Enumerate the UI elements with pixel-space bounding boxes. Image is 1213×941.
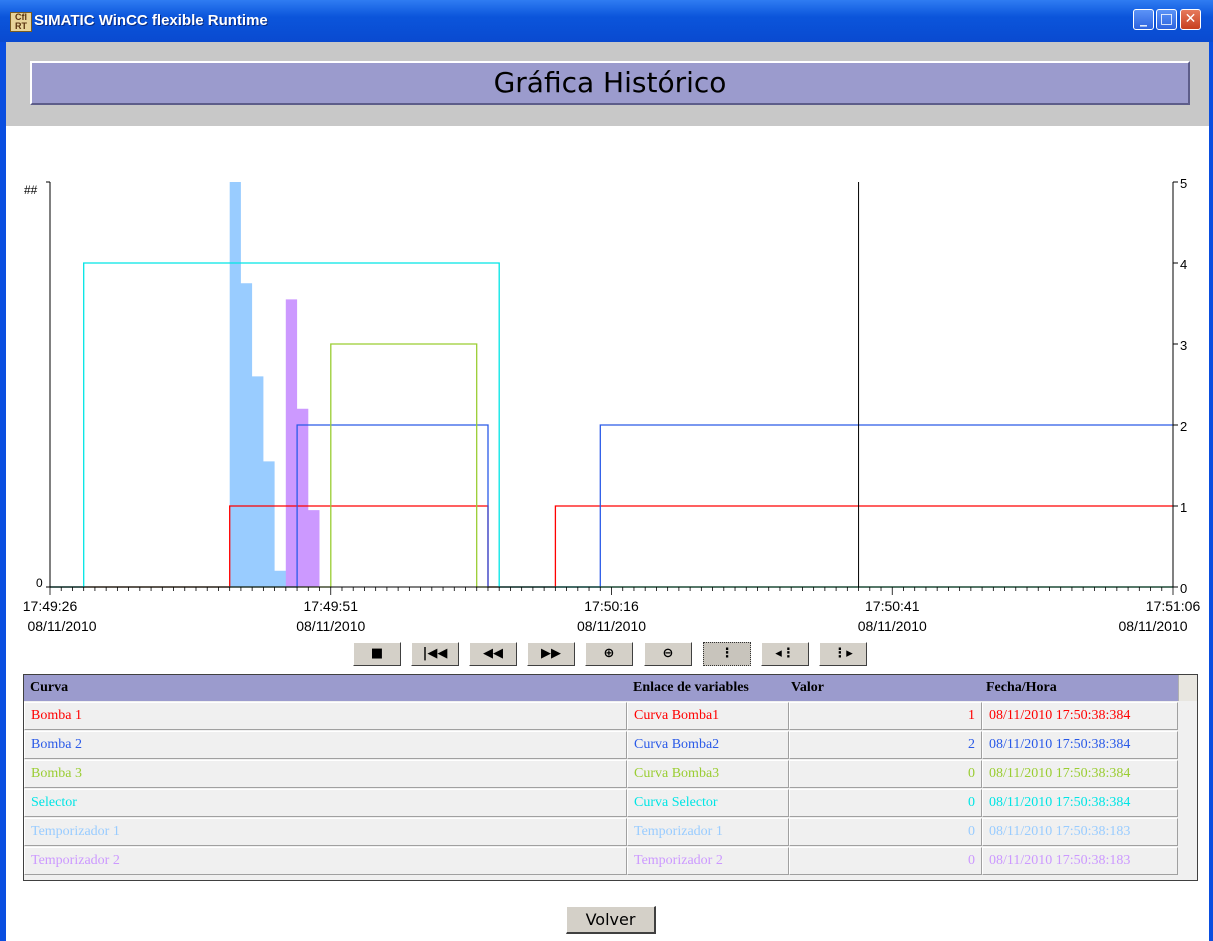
cell-curva: Bomba 3 xyxy=(24,760,627,788)
trend-table: Curva Enlace de variables Valor Fecha/Ho… xyxy=(23,674,1198,881)
cell-curva: Temporizador 1 xyxy=(24,818,627,846)
cell-curva: Selector xyxy=(24,789,627,817)
trend-chart[interactable]: ## 0 0 1 2 3 4 5 17:49:26 08/11/2010 17:49:51 08/11… xyxy=(6,126,1206,641)
cell-fecha: 08/11/2010 17:50:38:384 xyxy=(982,789,1178,817)
cell-curva: Temporizador 2 xyxy=(24,847,627,875)
cell-enlace: Curva Bomba3 xyxy=(627,760,789,788)
x-tick-time: 17:51:06 xyxy=(1146,598,1201,614)
close-button[interactable]: ✕ xyxy=(1180,9,1201,30)
table-scroll-corner xyxy=(1178,675,1197,701)
cell-fecha: 08/11/2010 17:50:38:384 xyxy=(982,702,1178,730)
table-header: Curva Enlace de variables Valor Fecha/Ho… xyxy=(24,675,1178,701)
y-left-tick-label: 0 xyxy=(36,576,43,590)
series-line-0 xyxy=(50,505,1173,588)
x-tick-date: 08/11/2010 xyxy=(577,618,646,634)
cell-enlace: Curva Bomba2 xyxy=(627,731,789,759)
column-header-enlace[interactable]: Enlace de variables xyxy=(633,675,749,701)
cell-enlace: Curva Bomba1 xyxy=(627,702,789,730)
y-right-tick-label: 1 xyxy=(1180,500,1187,515)
zoom-out-button[interactable]: ⊖ xyxy=(644,642,692,666)
page-title: Gráfica Histórico xyxy=(493,66,727,99)
x-tick-time: 17:50:16 xyxy=(584,598,639,614)
minimize-icon: _ xyxy=(1140,11,1147,27)
x-tick-time: 17:49:51 xyxy=(304,598,359,614)
cell-fecha: 08/11/2010 17:50:38:384 xyxy=(982,731,1178,759)
column-header-valor[interactable]: Valor xyxy=(791,675,824,701)
y-right-tick-label: 3 xyxy=(1180,338,1187,353)
window-frame-right xyxy=(1209,0,1213,941)
minimize-button[interactable]: _ xyxy=(1133,9,1154,30)
title-bar[interactable]: Cfl RT SIMATIC WinCC flexible Runtime _ … xyxy=(0,0,1213,42)
cell-enlace: Temporizador 1 xyxy=(627,818,789,846)
window-title: SIMATIC WinCC flexible Runtime xyxy=(34,12,268,29)
y-right-tick-label: 4 xyxy=(1180,257,1187,272)
cell-curva: Bomba 1 xyxy=(24,702,627,730)
y-right-tick-label: 0 xyxy=(1180,581,1187,596)
forward-icon: ▶▶ xyxy=(541,646,561,661)
forward-button[interactable]: ▶▶ xyxy=(527,642,575,666)
maximize-button[interactable]: □ xyxy=(1156,9,1177,30)
ruler-button[interactable]: ⋮ xyxy=(703,642,751,666)
y-left-label: ## xyxy=(24,183,38,197)
cell-enlace: Temporizador 2 xyxy=(627,847,789,875)
ruler-back-icon: ◂⋮ xyxy=(775,646,795,661)
zoom-in-button[interactable]: ⊕ xyxy=(585,642,633,666)
x-tick-date: 08/11/2010 xyxy=(296,618,365,634)
cell-fecha: 08/11/2010 17:50:38:183 xyxy=(982,818,1178,846)
ruler-forward-button[interactable]: ⋮▸ xyxy=(819,642,867,666)
cell-valor: 0 xyxy=(789,847,982,875)
cell-valor: 2 xyxy=(789,731,982,759)
rewind-button[interactable]: ◀◀ xyxy=(469,642,517,666)
ruler-forward-icon: ⋮▸ xyxy=(833,646,853,661)
x-tick-time: 17:49:26 xyxy=(23,598,78,614)
x-tick-date: 08/11/2010 xyxy=(27,618,96,634)
series-line-2 xyxy=(50,343,1173,588)
ruler-back-button[interactable]: ◂⋮ xyxy=(761,642,809,666)
maximize-icon: □ xyxy=(1159,11,1174,27)
table-row[interactable]: Bomba 3 Curva Bomba3 0 08/11/2010 17:50:38:… xyxy=(24,760,1178,789)
stop-button[interactable]: ■ xyxy=(353,642,401,666)
x-tick-time: 17:50:41 xyxy=(865,598,920,614)
cell-fecha: 08/11/2010 17:50:38:183 xyxy=(982,847,1178,875)
table-row[interactable]: Temporizador 1 Temporizador 1 0 08/11/2010 … xyxy=(24,818,1178,847)
cell-valor: 0 xyxy=(789,818,982,846)
table-row[interactable]: Bomba 2 Curva Bomba2 2 08/11/2010 17:50:38:… xyxy=(24,731,1178,760)
zoom-in-icon: ⊕ xyxy=(603,646,615,661)
app-icon: Cfl RT xyxy=(10,12,32,32)
column-header-fecha[interactable]: Fecha/Hora xyxy=(986,675,1057,701)
first-icon: |◀◀ xyxy=(422,646,448,661)
volver-button[interactable]: Volver xyxy=(566,906,656,934)
cell-fecha: 08/11/2010 17:50:38:384 xyxy=(982,760,1178,788)
x-tick-date: 08/11/2010 xyxy=(1118,618,1187,634)
series-area-5 xyxy=(285,299,320,587)
cell-valor: 0 xyxy=(789,760,982,788)
table-row[interactable]: Bomba 1 Curva Bomba1 1 08/11/2010 17:50:38:… xyxy=(24,702,1178,731)
column-header-curva[interactable]: Curva xyxy=(30,675,68,701)
zoom-out-icon: ⊖ xyxy=(662,646,674,661)
table-row[interactable]: Temporizador 2 Temporizador 2 0 08/11/2010 … xyxy=(24,847,1178,876)
close-icon: ✕ xyxy=(1184,11,1197,27)
first-button[interactable]: |◀◀ xyxy=(411,642,459,666)
rewind-icon: ◀◀ xyxy=(483,646,503,661)
y-right-tick-label: 2 xyxy=(1180,419,1187,434)
stop-icon: ■ xyxy=(370,646,384,661)
header-banner: Gráfica Histórico xyxy=(30,61,1190,105)
cell-enlace: Curva Selector xyxy=(627,789,789,817)
ruler-icon: ⋮ xyxy=(720,646,734,661)
y-right-tick-label: 5 xyxy=(1180,176,1187,191)
cell-valor: 1 xyxy=(789,702,982,730)
cell-curva: Bomba 2 xyxy=(24,731,627,759)
x-tick-date: 08/11/2010 xyxy=(858,618,927,634)
table-row[interactable]: Selector Curva Selector 0 08/11/2010 17:50:… xyxy=(24,789,1178,818)
cell-valor: 0 xyxy=(789,789,982,817)
